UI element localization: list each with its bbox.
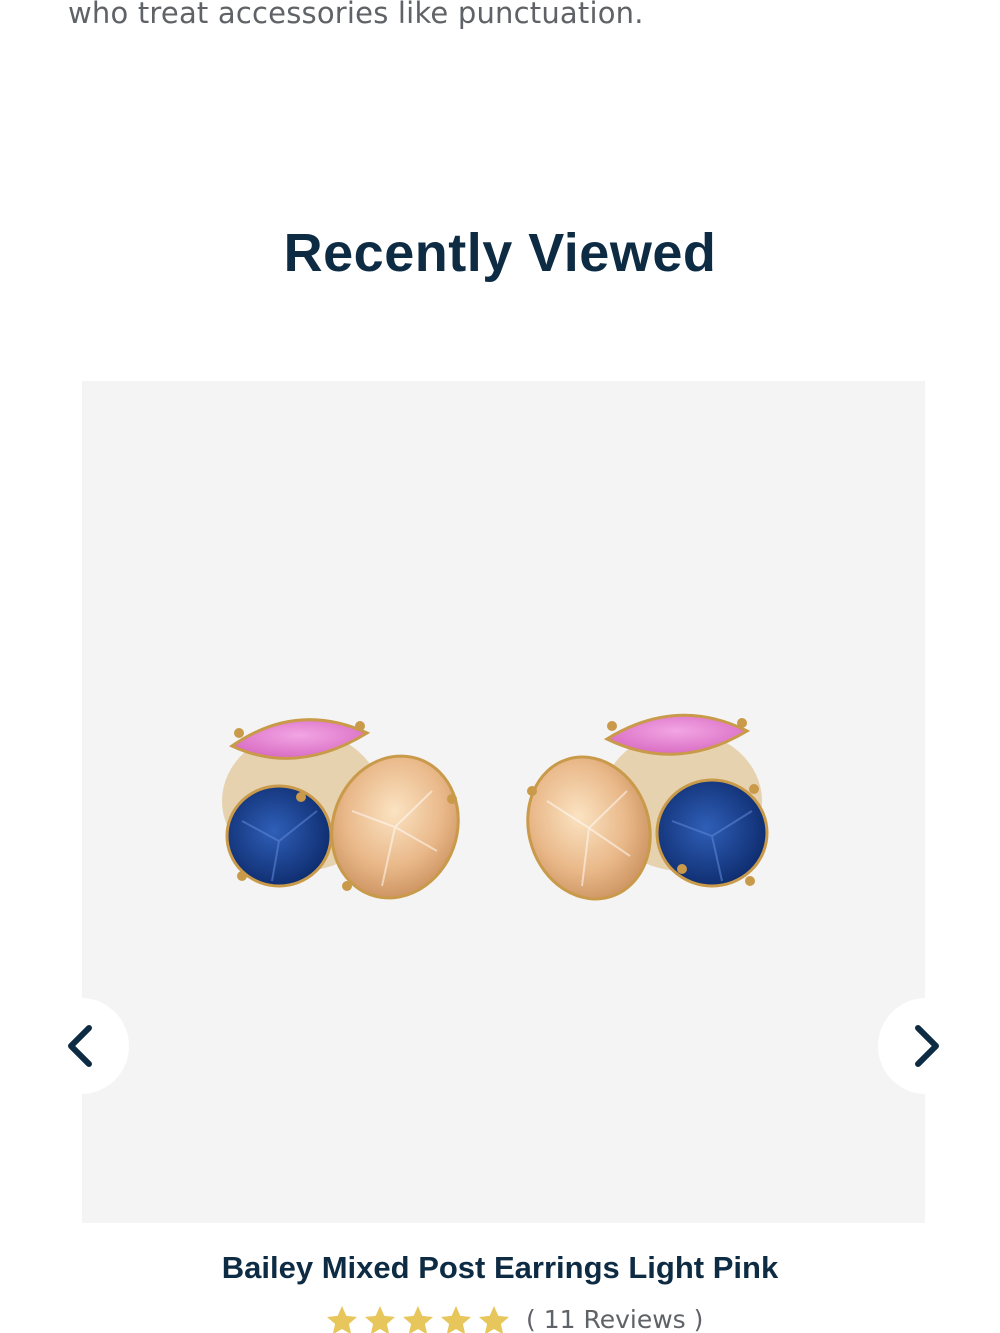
product-rating[interactable]: ( 11 Reviews )	[324, 1303, 703, 1333]
earrings-image	[222, 713, 769, 901]
recently-viewed-carousel: Bailey Mixed Post Earrings Light Pink ( …	[0, 0, 1000, 1333]
star-icon	[365, 1306, 395, 1333]
review-count[interactable]: ( 11 Reviews )	[526, 1305, 703, 1333]
chevron-right-icon	[915, 1025, 939, 1067]
carousel-next-button[interactable]	[878, 998, 974, 1094]
product-image[interactable]	[82, 381, 925, 1223]
carousel-prev-button[interactable]	[33, 998, 129, 1094]
star-icon	[327, 1306, 357, 1333]
rating-stars	[324, 1303, 514, 1333]
left-earring	[222, 718, 460, 900]
chevron-left-icon	[68, 1025, 92, 1067]
product-name-link[interactable]: Bailey Mixed Post Earrings Light Pink	[0, 1250, 1000, 1286]
right-earring	[526, 713, 769, 901]
star-icon	[403, 1306, 433, 1333]
star-icon	[441, 1306, 471, 1333]
star-icon	[479, 1306, 509, 1333]
